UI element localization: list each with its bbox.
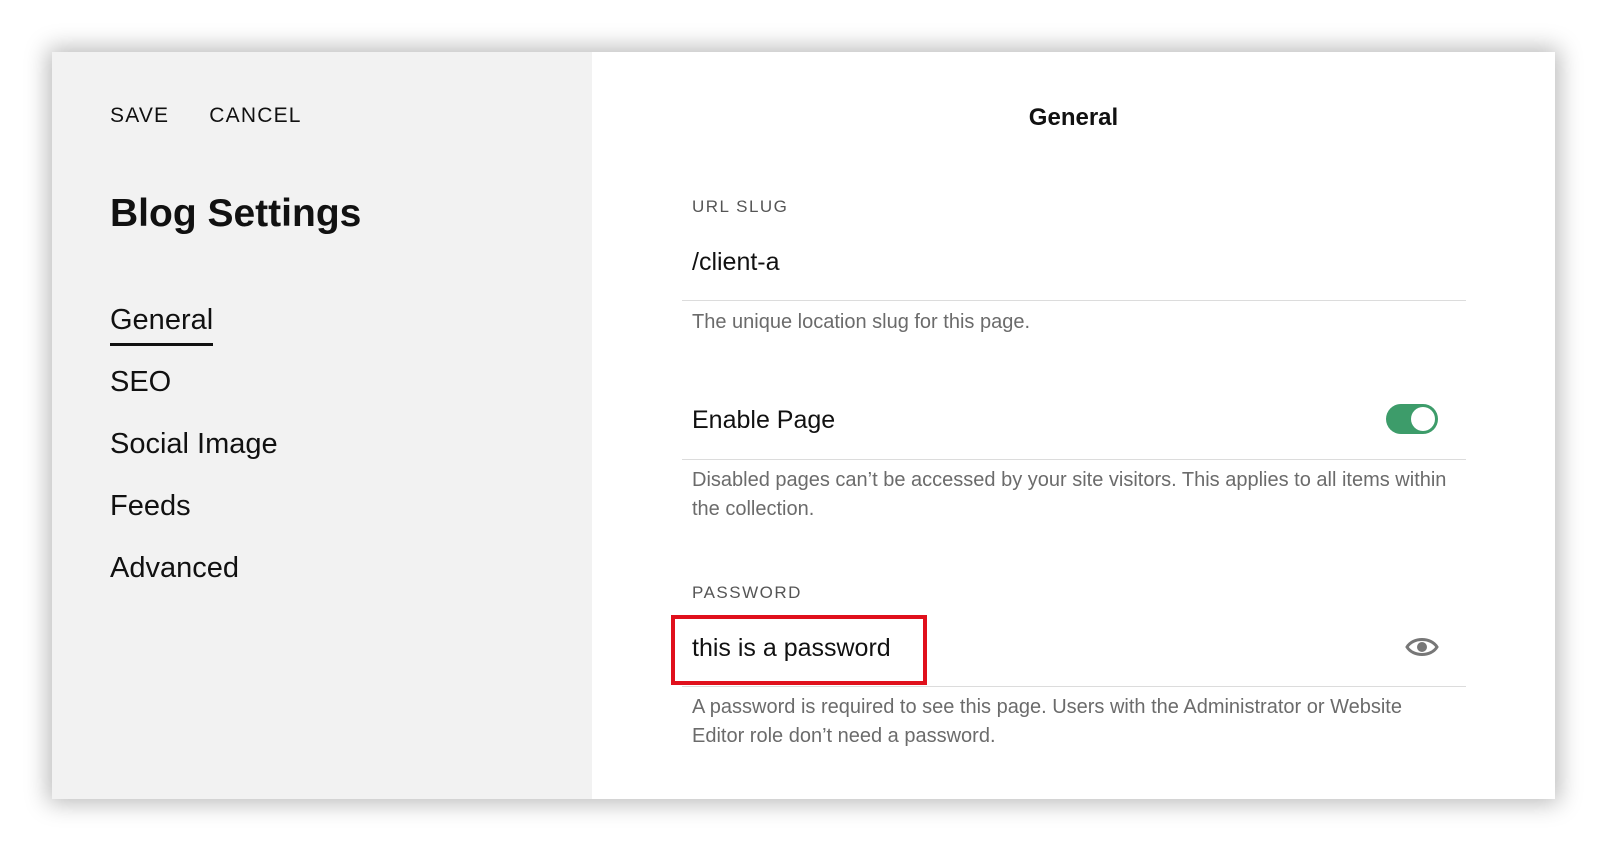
- panel-title: General: [1028, 104, 1119, 131]
- settings-nav: General SEO Social Image Feeds Advanced: [110, 304, 278, 614]
- settings-window: SAVE CANCEL Blog Settings General SEO So…: [52, 52, 1555, 799]
- url-slug-help: The unique location slug for this page.: [692, 311, 1030, 333]
- nav-item-label: Advanced: [110, 552, 239, 584]
- enable-page-help: Disabled pages can’t be accessed by your…: [692, 469, 1447, 520]
- password-label: PASSWORD: [692, 583, 802, 602]
- cancel-button[interactable]: CANCEL: [209, 104, 301, 128]
- eye-icon[interactable]: [1405, 634, 1439, 660]
- enable-page-label: Enable Page: [692, 406, 836, 434]
- sidebar-title: Blog Settings: [110, 192, 362, 235]
- toggle-knob: [1411, 407, 1435, 431]
- sidebar: SAVE CANCEL Blog Settings General SEO So…: [52, 52, 592, 799]
- url-slug-divider: [682, 300, 1466, 301]
- nav-item-label: General: [110, 304, 214, 346]
- nav-item-seo[interactable]: SEO: [110, 366, 278, 428]
- nav-item-label: Social Image: [110, 428, 278, 460]
- password-highlight-box: [671, 615, 927, 685]
- nav-item-general[interactable]: General: [110, 304, 278, 366]
- url-slug-input[interactable]: /client-a: [692, 248, 780, 277]
- main-panel: General URL SLUG /client-a The unique lo…: [592, 52, 1555, 799]
- nav-item-label: Feeds: [110, 490, 191, 522]
- enable-page-divider: [682, 459, 1466, 460]
- enable-page-toggle[interactable]: [1386, 404, 1438, 434]
- password-divider: [682, 686, 1466, 687]
- save-button[interactable]: SAVE: [110, 104, 169, 128]
- action-bar: SAVE CANCEL: [110, 104, 302, 128]
- nav-item-advanced[interactable]: Advanced: [110, 552, 278, 614]
- nav-item-feeds[interactable]: Feeds: [110, 490, 278, 552]
- nav-item-social-image[interactable]: Social Image: [110, 428, 278, 490]
- password-help: A password is required to see this page.…: [692, 696, 1402, 747]
- nav-item-label: SEO: [110, 366, 172, 398]
- url-slug-label: URL SLUG: [692, 197, 789, 216]
